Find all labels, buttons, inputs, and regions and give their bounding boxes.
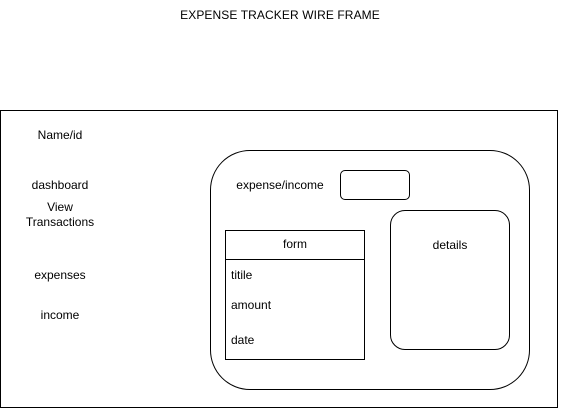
page-title: EXPENSE TRACKER WIRE FRAME [180,7,380,22]
sidebar-item-dashboard[interactable]: dashboard [0,170,120,200]
sidebar-item-label: Transactions [25,215,95,229]
form-field-amount[interactable]: amount [231,297,351,313]
form-header: form [225,230,365,260]
details-panel [390,210,510,350]
expense-income-input[interactable] [340,170,410,200]
details-label: details [432,237,468,252]
form-field-date[interactable]: date [231,332,351,348]
sidebar-item-income[interactable]: income [0,300,120,330]
expense-income-label: expense/income [236,177,324,192]
form-field-title[interactable]: titile [231,267,351,283]
sidebar-name-id: Name/id [37,127,83,142]
sidebar-item-expenses[interactable]: expenses [0,260,120,290]
sidebar-item-label: View [47,200,73,214]
sidebar-item-view-transactions[interactable]: View Transactions [0,200,120,230]
